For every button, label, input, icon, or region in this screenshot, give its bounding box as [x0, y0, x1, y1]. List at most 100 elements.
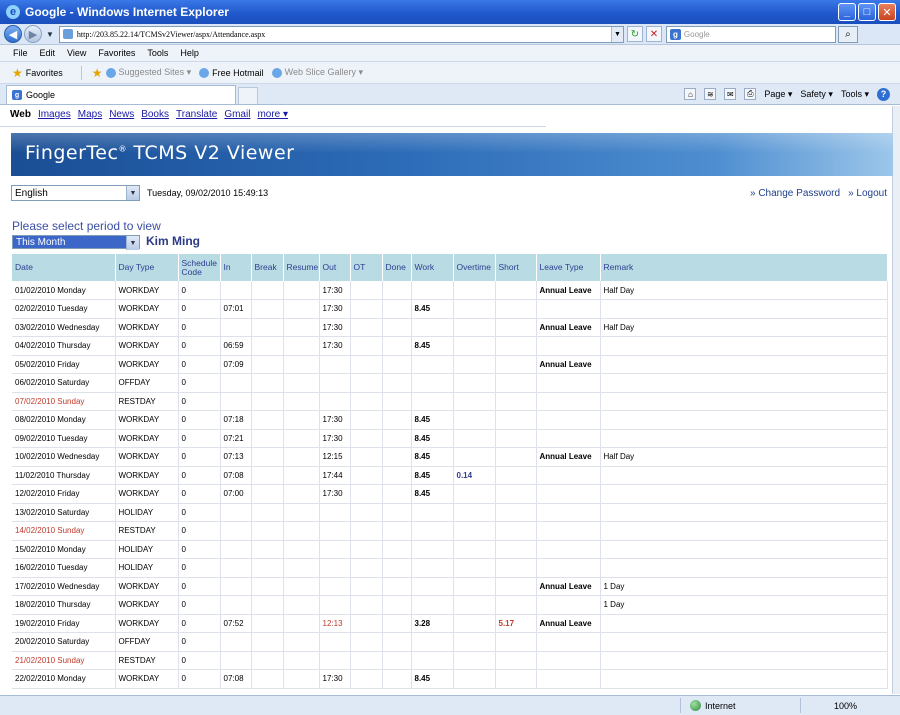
logout-link[interactable]: » Logout [848, 188, 887, 199]
cell-out [319, 503, 351, 522]
table-row: 08/02/2010 Monday WORKDAY 0 07:18 17:30 8.45 [12, 410, 888, 430]
cell-remark [600, 669, 888, 689]
table-row: 03/02/2010 Wednesday WORKDAY 0 17:30 Annual … [12, 318, 888, 337]
cell-out [319, 632, 351, 652]
cell-in [220, 577, 252, 596]
cell-in: 07:09 [220, 355, 252, 374]
scrollbar[interactable] [893, 106, 900, 694]
cell-remark [600, 336, 888, 356]
cell-out: 17:30 [319, 318, 351, 337]
period-value: This Month [16, 236, 66, 248]
help-icon[interactable]: ? [877, 87, 890, 101]
google-nav-more[interactable]: more ▾ [257, 109, 288, 120]
cell-out: 12:13 [319, 614, 351, 633]
cell-in: 07:13 [220, 447, 252, 467]
tools-menu[interactable]: Tools ▾ [841, 89, 869, 100]
maximize-button[interactable]: □ [858, 3, 876, 21]
favorites-button[interactable]: ★ Favorites [12, 66, 63, 80]
col-overtime: Overtime [453, 254, 496, 281]
cell-overtime [453, 484, 496, 504]
cell-out [319, 577, 351, 596]
cell-brk [251, 651, 284, 670]
minimize-button[interactable]: _ [838, 3, 856, 21]
cell-leave [536, 595, 601, 615]
cell-remark [600, 410, 888, 430]
cell-overtime [453, 595, 496, 615]
mail-icon[interactable]: ✉ [724, 88, 737, 100]
menu-file[interactable]: File [13, 48, 28, 58]
cell-short [495, 466, 537, 485]
menu-tools[interactable]: Tools [147, 48, 168, 58]
search-input[interactable]: g Google [665, 25, 836, 43]
cell-date: 17/02/2010 Wednesday [12, 577, 116, 596]
cell-in [220, 632, 252, 652]
menu-favorites[interactable]: Favorites [98, 48, 135, 58]
chevron-down-icon[interactable]: ▼ [126, 186, 139, 200]
print-icon[interactable]: ⎙ [744, 88, 757, 100]
home-icon[interactable]: ⌂ [684, 88, 697, 100]
cell-brk [251, 447, 284, 467]
menu-edit[interactable]: Edit [40, 48, 56, 58]
cell-res [283, 521, 320, 541]
app-title: FingerTec® TCMS V2 Viewer [25, 142, 294, 164]
back-button[interactable]: ◀ [4, 25, 22, 43]
table-row: 07/02/2010 Sunday RESTDAY 0 [12, 392, 888, 411]
web-slice-gallery-link[interactable]: Web Slice Gallery ▾ [271, 67, 363, 78]
cell-in [220, 521, 252, 541]
google-nav-gmail[interactable]: Gmail [224, 109, 250, 120]
google-nav-web[interactable]: Web [10, 109, 31, 120]
cell-ot [350, 466, 383, 485]
new-tab-button[interactable] [238, 87, 258, 104]
cell-day: HOLIDAY [115, 558, 179, 578]
google-nav-news[interactable]: News [109, 109, 134, 120]
refresh-icon[interactable]: ↻ [626, 26, 643, 42]
stop-icon[interactable]: ✕ [645, 26, 662, 42]
page-menu[interactable]: Page ▾ [764, 89, 792, 100]
col-short: Short [495, 254, 537, 281]
address-bar[interactable]: http://203.85.22.14/TCMSv2Viewer/aspx/At… [58, 25, 624, 43]
col-ot: OT [350, 254, 383, 281]
cell-short [495, 429, 537, 448]
cell-res [283, 466, 320, 485]
language-select[interactable]: English ▼ [11, 185, 140, 201]
cell-code: 0 [178, 355, 221, 374]
cell-leave [536, 540, 601, 559]
menu-help[interactable]: Help [180, 48, 199, 58]
google-nav-maps[interactable]: Maps [78, 109, 102, 120]
close-button[interactable]: ✕ [878, 3, 896, 21]
cell-res [283, 595, 320, 615]
cell-overtime [453, 318, 496, 337]
cell-out: 12:15 [319, 447, 351, 467]
cell-code: 0 [178, 318, 221, 337]
cell-code: 0 [178, 669, 221, 689]
cell-leave [536, 558, 601, 578]
zoom-level[interactable]: 100% [834, 701, 857, 711]
address-dropdown-icon[interactable]: ▼ [610, 26, 623, 42]
tab-google[interactable]: g Google [6, 85, 236, 104]
table-row: 10/02/2010 Wednesday WORKDAY 0 07:13 12:15 8.… [12, 447, 888, 467]
add-favorite-icon[interactable]: ★ [92, 66, 103, 80]
google-nav-books[interactable]: Books [141, 109, 169, 120]
table-row: 06/02/2010 Saturday OFFDAY 0 [12, 373, 888, 393]
google-nav-translate[interactable]: Translate [176, 109, 217, 120]
cell-ot [350, 373, 383, 393]
history-dropdown-icon[interactable]: ▼ [46, 30, 54, 39]
suggested-sites-link[interactable]: Suggested Sites ▾ [105, 67, 191, 78]
period-select[interactable]: This Month ▼ [12, 235, 140, 250]
menu-view[interactable]: View [67, 48, 86, 58]
divider [0, 126, 546, 127]
cell-remark: Half Day [600, 447, 888, 467]
chevron-down-icon[interactable]: ▼ [126, 236, 139, 250]
feeds-icon[interactable]: ≋ [704, 88, 717, 100]
free-hotmail-link[interactable]: Free Hotmail [199, 67, 264, 78]
cell-work: 8.45 [411, 484, 454, 504]
safety-menu[interactable]: Safety ▾ [800, 89, 833, 100]
cell-date: 05/02/2010 Friday [12, 355, 116, 374]
table-row: 12/02/2010 Friday WORKDAY 0 07:00 17:30 8.45 [12, 484, 888, 504]
cell-day: WORKDAY [115, 429, 179, 448]
col-work: Work [411, 254, 454, 281]
change-password-link[interactable]: » Change Password [750, 188, 840, 199]
forward-button[interactable]: ▶ [24, 25, 42, 43]
google-nav-images[interactable]: Images [38, 109, 71, 120]
search-go-icon[interactable]: ⌕ [837, 25, 858, 43]
